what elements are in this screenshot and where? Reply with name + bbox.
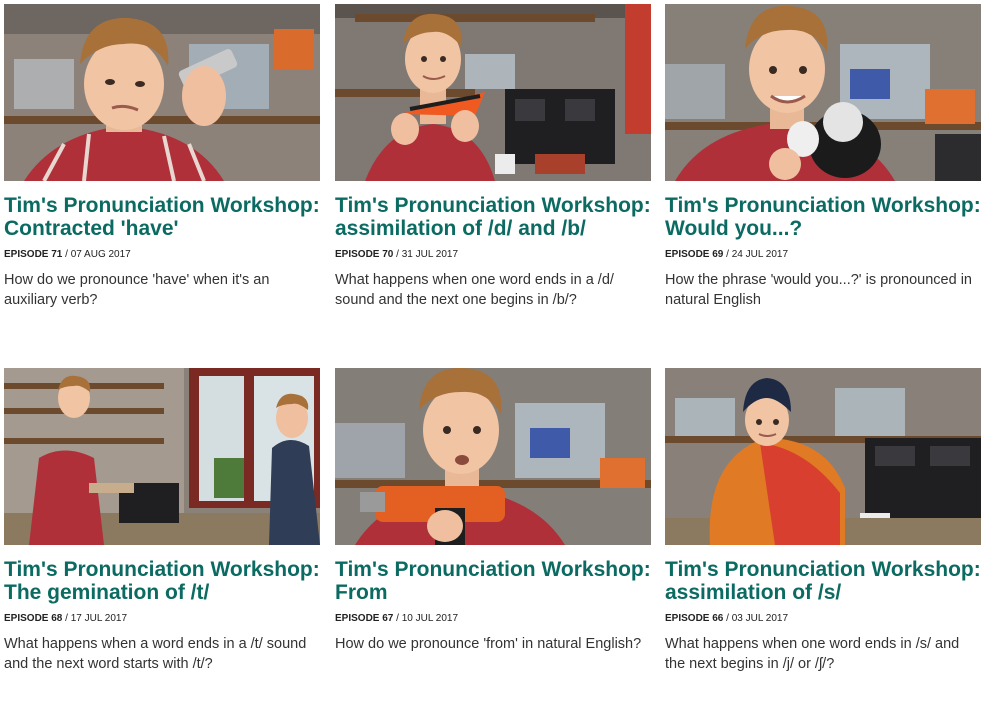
- episode-title[interactable]: Tim's Pronunciation Workshop: The gemina…: [4, 558, 320, 604]
- episode-thumbnail[interactable]: [335, 4, 651, 181]
- episode-title[interactable]: Tim's Pronunciation Workshop: Contracted…: [4, 194, 320, 240]
- episode-meta: EPISODE 67 / 10 JUL 2017: [335, 612, 651, 626]
- episode-date: / 31 JUL 2017: [396, 249, 459, 260]
- man-holding-toy-sheep-icon: [665, 4, 981, 181]
- episode-card: Tim's Pronunciation Workshop: The gemina…: [4, 368, 320, 674]
- episode-title[interactable]: Tim's Pronunciation Workshop: assimilati…: [665, 558, 981, 604]
- episode-thumbnail[interactable]: [335, 368, 651, 545]
- two-men-in-workshop-icon: [4, 368, 320, 545]
- episode-thumbnail[interactable]: [665, 4, 981, 181]
- episode-title[interactable]: Tim's Pronunciation Workshop: From: [335, 558, 651, 604]
- episode-meta: EPISODE 71 / 07 AUG 2017: [4, 248, 320, 262]
- episode-date: / 17 JUL 2017: [65, 613, 128, 624]
- man-holding-phone-icon: [4, 4, 320, 181]
- episode-meta: EPISODE 68 / 17 JUL 2017: [4, 612, 320, 626]
- episode-card: Tim's Pronunciation Workshop: assimilati…: [335, 4, 651, 310]
- episode-meta: EPISODE 66 / 03 JUL 2017: [665, 612, 981, 626]
- episode-number: EPISODE 69: [665, 249, 724, 260]
- episode-number: EPISODE 71: [4, 249, 63, 260]
- episode-card: Tim's Pronunciation Workshop: Would you.…: [665, 4, 981, 310]
- episode-number: EPISODE 70: [335, 249, 394, 260]
- episode-meta: EPISODE 70 / 31 JUL 2017: [335, 248, 651, 262]
- man-holding-toy-boat-icon: [335, 4, 651, 181]
- episode-description: What happens when a word ends in a /t/ s…: [4, 636, 307, 672]
- episode-number: EPISODE 66: [665, 613, 724, 624]
- episode-thumbnail[interactable]: [4, 368, 320, 545]
- episode-description: How the phrase 'would you...?' is pronou…: [665, 272, 972, 308]
- episode-description: What happens when one word ends in a /d/…: [335, 272, 614, 308]
- episode-description: What happens when one word ends in /s/ a…: [665, 636, 960, 672]
- episode-date: / 07 AUG 2017: [65, 249, 131, 260]
- episode-meta: EPISODE 69 / 24 JUL 2017: [665, 248, 981, 262]
- episode-description: How do we pronounce 'have' when it's an …: [4, 272, 270, 308]
- episode-thumbnail[interactable]: [4, 4, 320, 181]
- episode-card: Tim's Pronunciation Workshop: assimilati…: [665, 368, 981, 674]
- episode-date: / 03 JUL 2017: [726, 613, 789, 624]
- episode-number: EPISODE 67: [335, 613, 394, 624]
- episode-card: Tim's Pronunciation Workshop: From EPISO…: [335, 368, 651, 654]
- episode-date: / 10 JUL 2017: [396, 613, 459, 624]
- episode-title[interactable]: Tim's Pronunciation Workshop: assimilati…: [335, 194, 651, 240]
- man-holding-drill-icon: [335, 368, 651, 545]
- episode-number: EPISODE 68: [4, 613, 63, 624]
- episode-title[interactable]: Tim's Pronunciation Workshop: Would you.…: [665, 194, 981, 240]
- episode-thumbnail[interactable]: [665, 368, 981, 545]
- episode-card: Tim's Pronunciation Workshop: Contracted…: [4, 4, 320, 310]
- man-wrapped-in-blanket-icon: [665, 368, 981, 545]
- episode-date: / 24 JUL 2017: [726, 249, 789, 260]
- episode-description: How do we pronounce 'from' in natural En…: [335, 636, 642, 652]
